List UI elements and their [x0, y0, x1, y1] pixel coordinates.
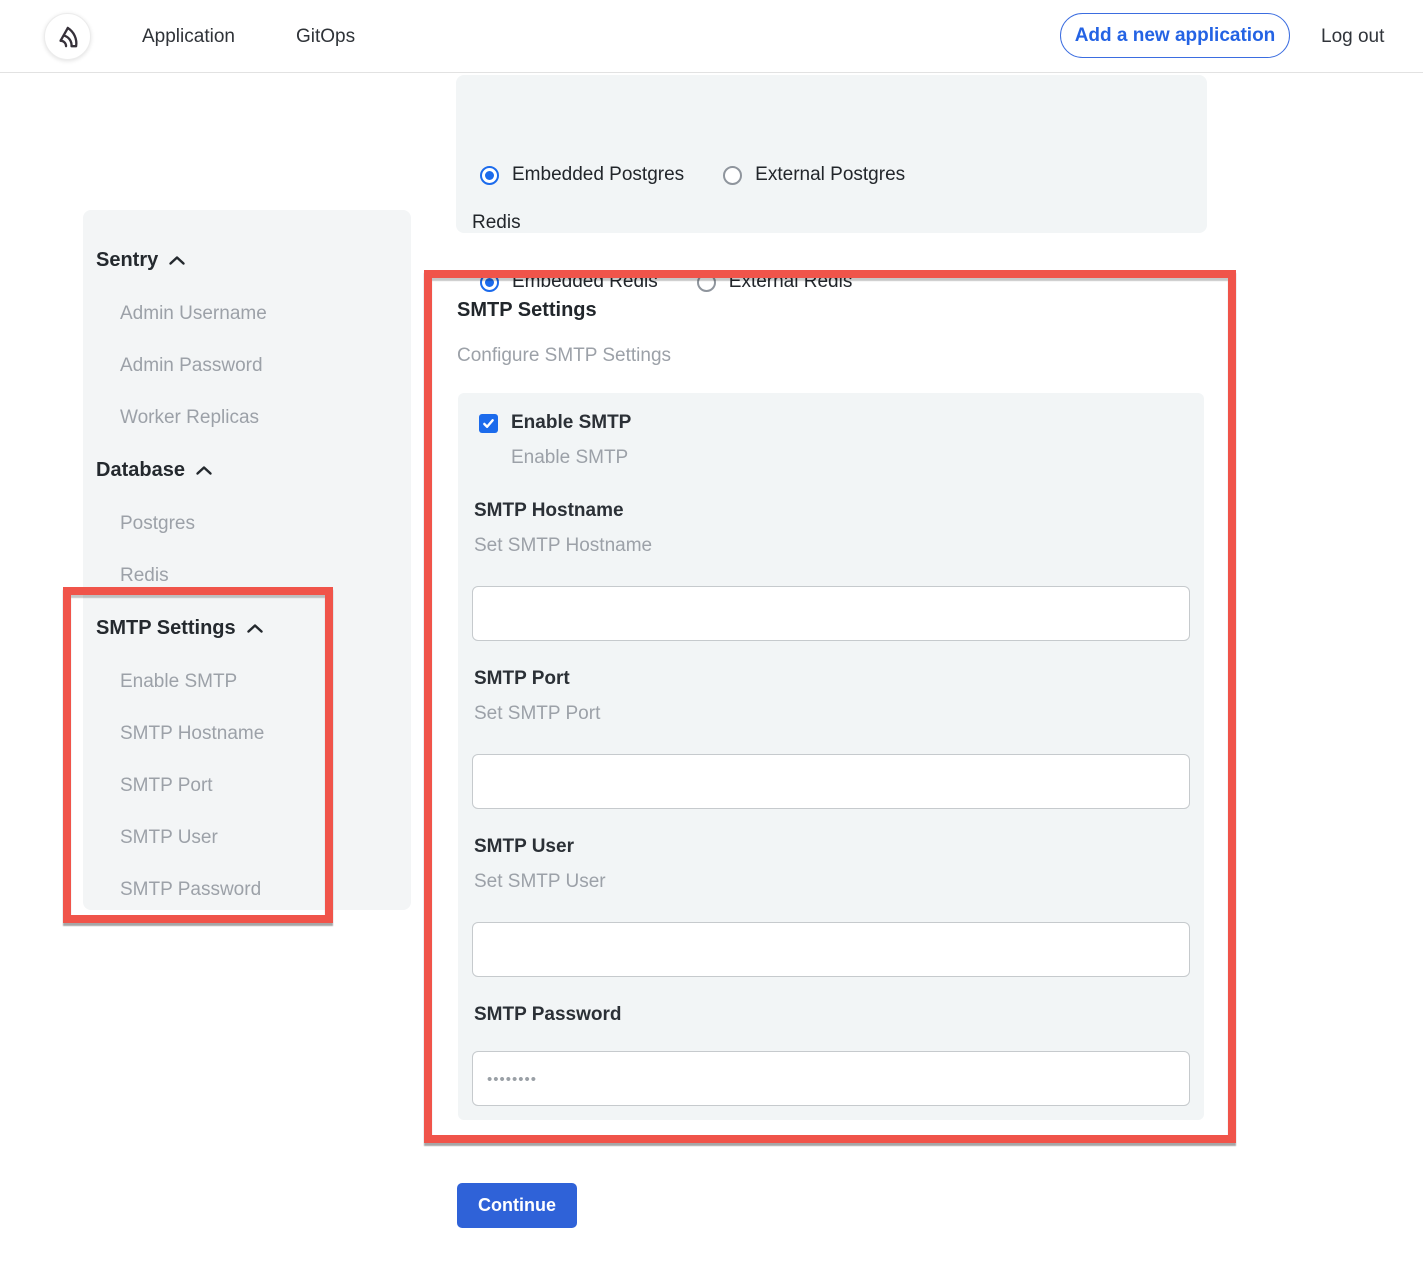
smtp-user-label: SMTP User: [474, 834, 574, 860]
radio-unselected-icon[interactable]: [697, 273, 716, 292]
sidebar-group-title: SMTP Settings: [96, 614, 236, 642]
smtp-password-label: SMTP Password: [474, 1002, 621, 1028]
logout-link[interactable]: Log out: [1321, 25, 1384, 49]
radio-embedded-postgres[interactable]: Embedded Postgres: [480, 162, 684, 188]
radio-external-redis[interactable]: External Redis: [697, 269, 853, 295]
radio-label[interactable]: Embedded Redis: [512, 269, 658, 295]
sidebar-item-enable-smtp[interactable]: Enable SMTP: [120, 670, 411, 694]
smtp-hostname-label: SMTP Hostname: [474, 498, 624, 524]
sidebar-item-admin-username[interactable]: Admin Username: [120, 302, 411, 326]
app-logo[interactable]: [44, 13, 91, 60]
sidebar-group-title: Database: [96, 456, 185, 484]
smtp-port-input[interactable]: [472, 754, 1190, 809]
sidebar-item-smtp-hostname[interactable]: SMTP Hostname: [120, 722, 411, 746]
smtp-hostname-help: Set SMTP Hostname: [474, 534, 652, 558]
sidebar-item-smtp-password[interactable]: SMTP Password: [120, 878, 411, 902]
smtp-port-help: Set SMTP Port: [474, 702, 600, 726]
checkbox-checked-icon[interactable]: [479, 414, 498, 433]
redis-radio-group: Embedded Redis External Redis: [480, 269, 852, 295]
enable-smtp-checkbox-row[interactable]: Enable SMTP: [479, 410, 631, 436]
sidebar-item-smtp-port[interactable]: SMTP Port: [120, 774, 411, 798]
add-new-application-button[interactable]: Add a new application: [1060, 13, 1290, 58]
radio-external-postgres[interactable]: External Postgres: [723, 162, 905, 188]
radio-selected-icon[interactable]: [480, 166, 499, 185]
sidebar-item-worker-replicas[interactable]: Worker Replicas: [120, 406, 411, 430]
continue-button[interactable]: Continue: [457, 1183, 577, 1228]
sentry-logo-icon: [53, 22, 83, 52]
radio-label[interactable]: External Redis: [729, 269, 853, 295]
redis-group-heading: Redis: [472, 210, 521, 236]
postgres-radio-group: Embedded Postgres External Postgres: [480, 162, 905, 188]
navbar: Application GitOps Add a new application…: [0, 0, 1423, 73]
radio-embedded-redis[interactable]: Embedded Redis: [480, 269, 658, 295]
config-sidebar: Sentry Admin Username Admin Password Wor…: [83, 210, 411, 910]
sidebar-item-postgres[interactable]: Postgres: [120, 512, 411, 536]
radio-label[interactable]: Embedded Postgres: [512, 162, 684, 188]
smtp-port-label: SMTP Port: [474, 666, 570, 692]
smtp-user-input[interactable]: [472, 922, 1190, 977]
smtp-user-help: Set SMTP User: [474, 870, 606, 894]
smtp-section-subtitle: Configure SMTP Settings: [457, 344, 671, 368]
sidebar-group-database[interactable]: Database: [96, 456, 411, 484]
smtp-hostname-input[interactable]: [472, 586, 1190, 641]
chevron-up-icon: [195, 465, 213, 476]
smtp-form-panel: Enable SMTP Enable SMTP SMTP Hostname Se…: [458, 393, 1204, 1120]
sidebar-item-admin-password[interactable]: Admin Password: [120, 354, 411, 378]
sidebar-item-smtp-user[interactable]: SMTP User: [120, 826, 411, 850]
chevron-up-icon: [168, 255, 186, 266]
sidebar-group-title: Sentry: [96, 246, 158, 274]
config-page: Application GitOps Add a new application…: [0, 0, 1423, 1270]
enable-smtp-checkbox-label[interactable]: Enable SMTP: [511, 410, 631, 436]
smtp-password-input[interactable]: [472, 1051, 1190, 1106]
radio-selected-icon[interactable]: [480, 273, 499, 292]
sidebar-group-smtp-settings[interactable]: SMTP Settings: [96, 614, 411, 642]
sidebar-group-sentry[interactable]: Sentry: [96, 246, 411, 274]
nav-application[interactable]: Application: [142, 25, 235, 49]
nav-gitops[interactable]: GitOps: [296, 25, 355, 49]
smtp-section-title: SMTP Settings: [457, 296, 597, 324]
enable-smtp-help: Enable SMTP: [511, 446, 628, 470]
radio-label[interactable]: External Postgres: [755, 162, 905, 188]
sidebar-item-redis[interactable]: Redis: [120, 564, 411, 588]
radio-unselected-icon[interactable]: [723, 166, 742, 185]
chevron-up-icon: [246, 623, 264, 634]
database-config-panel: Embedded Postgres External Postgres Redi…: [456, 75, 1207, 233]
